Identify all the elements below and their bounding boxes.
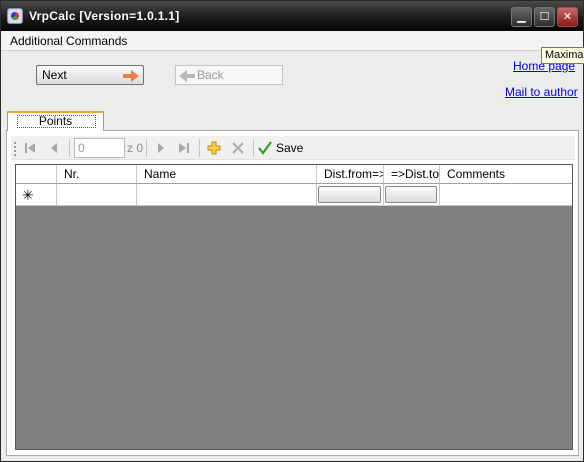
new-row-cell-comments[interactable] xyxy=(440,184,572,206)
new-row-cell-dist-from xyxy=(317,184,384,206)
save-checkmark-icon[interactable] xyxy=(257,140,273,156)
new-row-header[interactable]: ✳ xyxy=(16,184,57,206)
toolbar-grip-icon xyxy=(13,140,18,156)
back-button[interactable]: Back xyxy=(175,65,283,85)
toolbar-separator xyxy=(253,139,254,157)
new-row-star-icon: ✳ xyxy=(22,187,34,203)
next-button-label: Next xyxy=(42,68,67,82)
tab-focus-rect xyxy=(17,115,96,128)
mail-to-author-link[interactable]: Mail to author xyxy=(505,85,578,99)
move-previous-icon[interactable] xyxy=(46,140,62,156)
back-button-label: Back xyxy=(197,68,224,82)
close-button[interactable]: ✕ xyxy=(557,7,578,27)
minimize-button[interactable]: ▁ xyxy=(511,7,532,27)
new-row-cell-nr[interactable] xyxy=(57,184,137,206)
new-row-cell-name[interactable] xyxy=(137,184,317,206)
points-data-grid[interactable]: Nr. Name Dist.from=> =>Dist.to Comments … xyxy=(15,164,573,450)
app-window: VrpCalc [Version=1.0.1.1] ▁ ☐ ✕ Addition… xyxy=(0,0,584,462)
dist-to-button[interactable] xyxy=(385,186,437,203)
position-input[interactable]: 0 xyxy=(74,138,125,158)
save-button-label[interactable]: Save xyxy=(276,141,303,155)
next-button[interactable]: Next xyxy=(36,65,144,85)
arrow-right-icon xyxy=(123,69,139,87)
column-header-nr[interactable]: Nr. xyxy=(57,165,137,184)
record-count-label: z 0 xyxy=(127,141,144,155)
column-header-comments[interactable]: Comments xyxy=(440,165,572,184)
delete-icon[interactable] xyxy=(230,140,246,156)
add-new-icon[interactable] xyxy=(206,140,222,156)
menu-bar: Additional Commands xyxy=(1,31,583,51)
tab-points[interactable]: Points xyxy=(7,111,104,131)
column-header-dist-from[interactable]: Dist.from=> xyxy=(317,165,384,184)
maximize-tooltip: Maximali xyxy=(541,47,584,64)
toolbar-separator xyxy=(199,139,200,157)
maximize-button[interactable]: ☐ xyxy=(534,7,555,27)
toolbar-separator xyxy=(146,139,147,157)
window-title: VrpCalc [Version=1.0.1.1] xyxy=(29,9,180,23)
dist-from-button[interactable] xyxy=(318,186,381,203)
app-icon xyxy=(7,8,23,24)
move-next-icon[interactable] xyxy=(153,140,169,156)
binding-navigator-toolbar: 0 z 0 Save xyxy=(11,136,575,160)
column-header-dist-to[interactable]: =>Dist.to xyxy=(384,165,440,184)
new-row-cell-dist-to xyxy=(384,184,440,206)
maximize-icon: ☐ xyxy=(539,11,550,23)
minimize-icon: ▁ xyxy=(517,11,526,23)
column-header-name[interactable]: Name xyxy=(137,165,317,184)
move-last-icon[interactable] xyxy=(176,140,192,156)
move-first-icon[interactable] xyxy=(22,140,38,156)
grid-row-header-corner xyxy=(16,165,57,184)
arrow-left-icon xyxy=(179,69,195,87)
close-icon: ✕ xyxy=(562,11,573,23)
title-bar[interactable]: VrpCalc [Version=1.0.1.1] ▁ ☐ ✕ xyxy=(1,1,583,31)
menu-item-additional-commands[interactable]: Additional Commands xyxy=(10,34,127,48)
toolbar-separator xyxy=(69,139,70,157)
